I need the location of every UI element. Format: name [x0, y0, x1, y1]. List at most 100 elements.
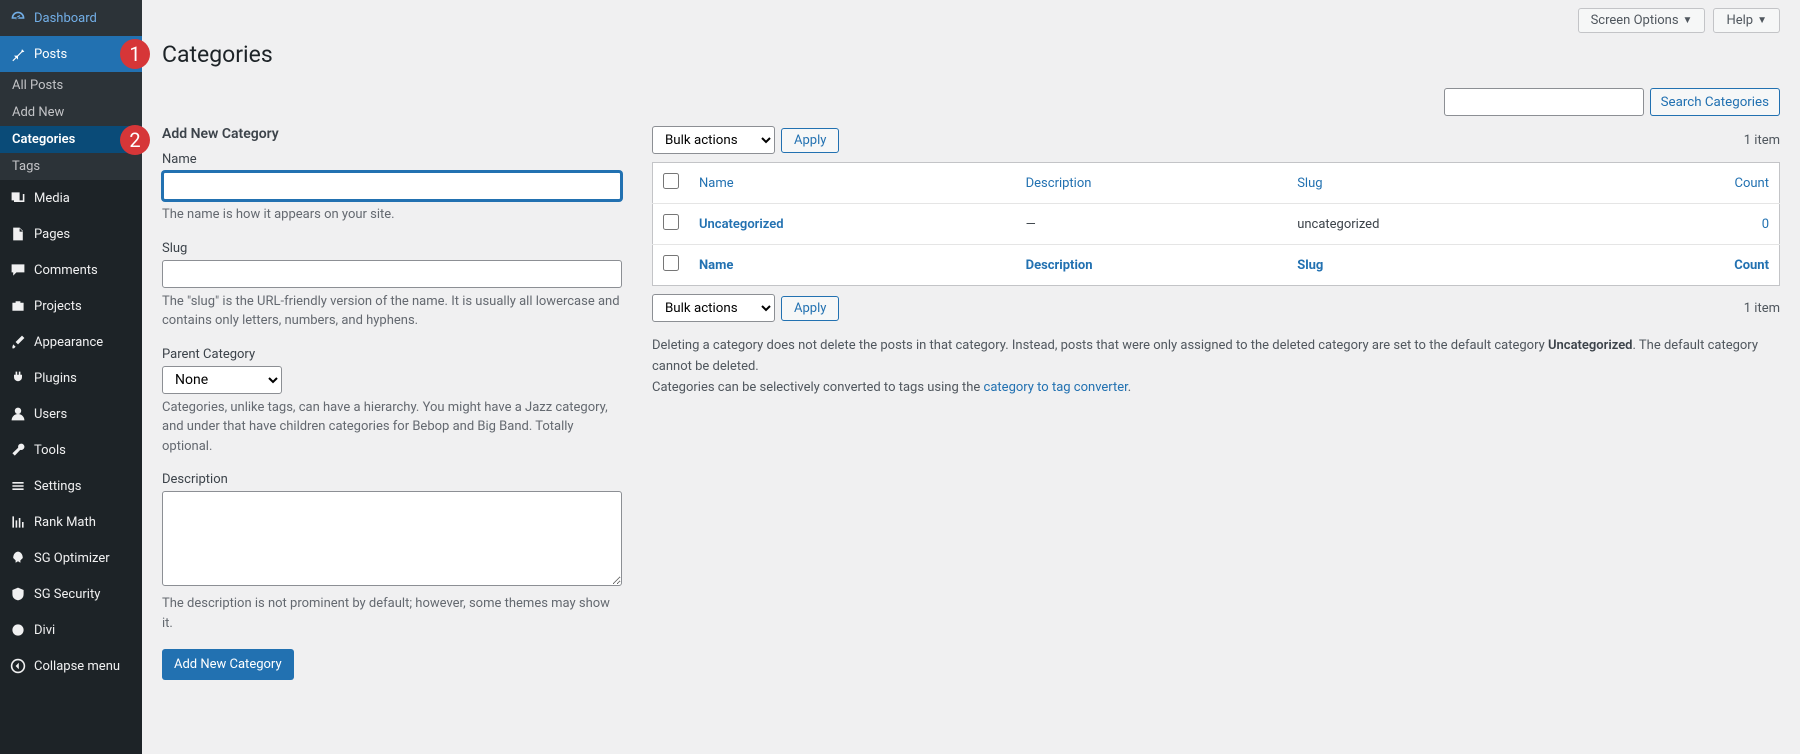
add-new-category-button[interactable]: Add New Category [162, 649, 294, 680]
sidebar-item-projects[interactable]: Projects [0, 288, 142, 324]
sidebar-item-label: Dashboard [34, 11, 97, 26]
select-all-bottom-checkbox[interactable] [663, 255, 679, 271]
sidebar-subitem-categories[interactable]: Categories2 [0, 126, 142, 153]
sidebar-item-comments[interactable]: Comments [0, 252, 142, 288]
delete-note: Deleting a category does not delete the … [652, 336, 1780, 398]
category-name-link[interactable]: Uncategorized [699, 217, 784, 232]
slug-help-text: The "slug" is the URL-friendly version o… [162, 292, 622, 331]
search-categories-input[interactable] [1444, 88, 1644, 116]
user-icon [8, 404, 28, 424]
col-count-footer[interactable]: Count [1734, 258, 1769, 273]
sidebar-item-collapse[interactable]: Collapse menu [0, 648, 142, 684]
sidebar-item-users[interactable]: Users [0, 396, 142, 432]
sidebar-item-label: Divi [34, 623, 55, 638]
add-category-form: Add New Category Name The name is how it… [162, 126, 622, 680]
page-icon [8, 224, 28, 244]
form-section-title: Add New Category [162, 126, 622, 142]
category-slug-input[interactable] [162, 260, 622, 288]
sidebar-item-label: Settings [34, 479, 81, 494]
col-name-header[interactable]: Name [699, 176, 734, 191]
parent-label: Parent Category [162, 347, 622, 362]
tag-converter-link[interactable]: category to tag converter [984, 380, 1128, 395]
bulk-actions-select-bottom[interactable]: Bulk actions [652, 294, 775, 322]
pin-icon [8, 44, 28, 64]
sidebar-item-label: Appearance [34, 335, 103, 350]
sidebar-item-label: Collapse menu [34, 659, 120, 674]
col-slug-header[interactable]: Slug [1297, 176, 1322, 191]
sidebar-item-sg-security[interactable]: SG Security [0, 576, 142, 612]
media-icon [8, 188, 28, 208]
sidebar-item-rank-math[interactable]: Rank Math [0, 504, 142, 540]
sidebar-item-plugins[interactable]: Plugins [0, 360, 142, 396]
help-button[interactable]: Help ▼ [1713, 8, 1780, 33]
sidebar-item-label: Media [34, 191, 70, 206]
screen-options-button[interactable]: Screen Options ▼ [1578, 8, 1706, 33]
bulk-actions-select-top[interactable]: Bulk actions [652, 126, 775, 154]
sidebar-subitem-label: Add New [12, 105, 64, 120]
sidebar-submenu: All Posts Add New Categories2 Tags [0, 72, 142, 180]
apply-bulk-bottom-button[interactable]: Apply [781, 296, 839, 321]
page-title: Categories [162, 41, 1780, 68]
sidebar-item-label: Comments [34, 263, 98, 278]
parent-category-select[interactable]: None [162, 366, 282, 394]
sidebar-item-pages[interactable]: Pages [0, 216, 142, 252]
col-count-header[interactable]: Count [1735, 176, 1769, 191]
item-count-top: 1 item [1744, 133, 1780, 148]
sidebar-item-appearance[interactable]: Appearance [0, 324, 142, 360]
col-description-header[interactable]: Description [1026, 176, 1092, 191]
annotation-badge: 2 [120, 125, 150, 155]
sidebar-item-divi[interactable]: Divi [0, 612, 142, 648]
sidebar-item-posts[interactable]: Posts1 [0, 36, 142, 72]
sidebar-item-label: Rank Math [34, 515, 96, 530]
apply-bulk-top-button[interactable]: Apply [781, 128, 839, 153]
col-name-footer[interactable]: Name [699, 258, 733, 273]
collapse-icon [8, 656, 28, 676]
brush-icon [8, 332, 28, 352]
plug-icon [8, 368, 28, 388]
wrench-icon [8, 440, 28, 460]
name-help-text: The name is how it appears on your site. [162, 205, 622, 225]
col-description-footer[interactable]: Description [1026, 258, 1093, 273]
categories-table: Name Description Slug Count Uncategorize… [652, 162, 1780, 286]
sidebar-subitem-add-new[interactable]: Add New [0, 99, 142, 126]
sidebar-item-label: Pages [34, 227, 70, 242]
sidebar-item-media[interactable]: Media [0, 180, 142, 216]
select-all-top-checkbox[interactable] [663, 173, 679, 189]
item-count-bottom: 1 item [1744, 301, 1780, 316]
sidebar-item-label: Plugins [34, 371, 77, 386]
annotation-badge: 1 [120, 39, 150, 69]
comment-icon [8, 260, 28, 280]
chart-icon [8, 512, 28, 532]
row-count-link[interactable]: 0 [1762, 217, 1769, 232]
col-slug-footer[interactable]: Slug [1297, 258, 1323, 273]
sidebar-item-label: Posts [34, 47, 67, 62]
sidebar-subitem-label: Categories [12, 132, 75, 147]
admin-sidebar: Dashboard Posts1 All Posts Add New Categorie… [0, 0, 142, 754]
caret-down-icon: ▼ [1683, 15, 1693, 26]
sidebar-item-label: SG Security [34, 587, 100, 602]
sidebar-subitem-tags[interactable]: Tags [0, 153, 142, 180]
parent-help-text: Categories, unlike tags, can have a hier… [162, 398, 622, 457]
sidebar-item-dashboard[interactable]: Dashboard [0, 0, 142, 36]
sidebar-item-sg-optimizer[interactable]: SG Optimizer [0, 540, 142, 576]
name-label: Name [162, 152, 622, 167]
sidebar-subitem-label: All Posts [12, 78, 63, 93]
sidebar-item-label: Projects [34, 299, 82, 314]
row-checkbox[interactable] [663, 214, 679, 230]
description-label: Description [162, 472, 622, 487]
sidebar-item-settings[interactable]: Settings [0, 468, 142, 504]
search-categories-button[interactable]: Search Categories [1650, 88, 1780, 116]
caret-down-icon: ▼ [1757, 15, 1767, 26]
sidebar-subitem-label: Tags [12, 159, 40, 174]
sidebar-subitem-all-posts[interactable]: All Posts [0, 72, 142, 99]
description-help-text: The description is not prominent by defa… [162, 594, 622, 633]
rocket-icon [8, 548, 28, 568]
category-description-textarea[interactable] [162, 491, 622, 586]
sidebar-item-tools[interactable]: Tools [0, 432, 142, 468]
sidebar-item-label: Users [34, 407, 67, 422]
categories-list-panel: Bulk actions Apply 1 item Name Descripti… [652, 126, 1780, 680]
slug-label: Slug [162, 241, 622, 256]
category-name-input[interactable] [162, 171, 622, 201]
sidebar-item-label: Tools [34, 443, 66, 458]
table-row: Uncategorized — uncategorized 0 [653, 204, 1780, 245]
